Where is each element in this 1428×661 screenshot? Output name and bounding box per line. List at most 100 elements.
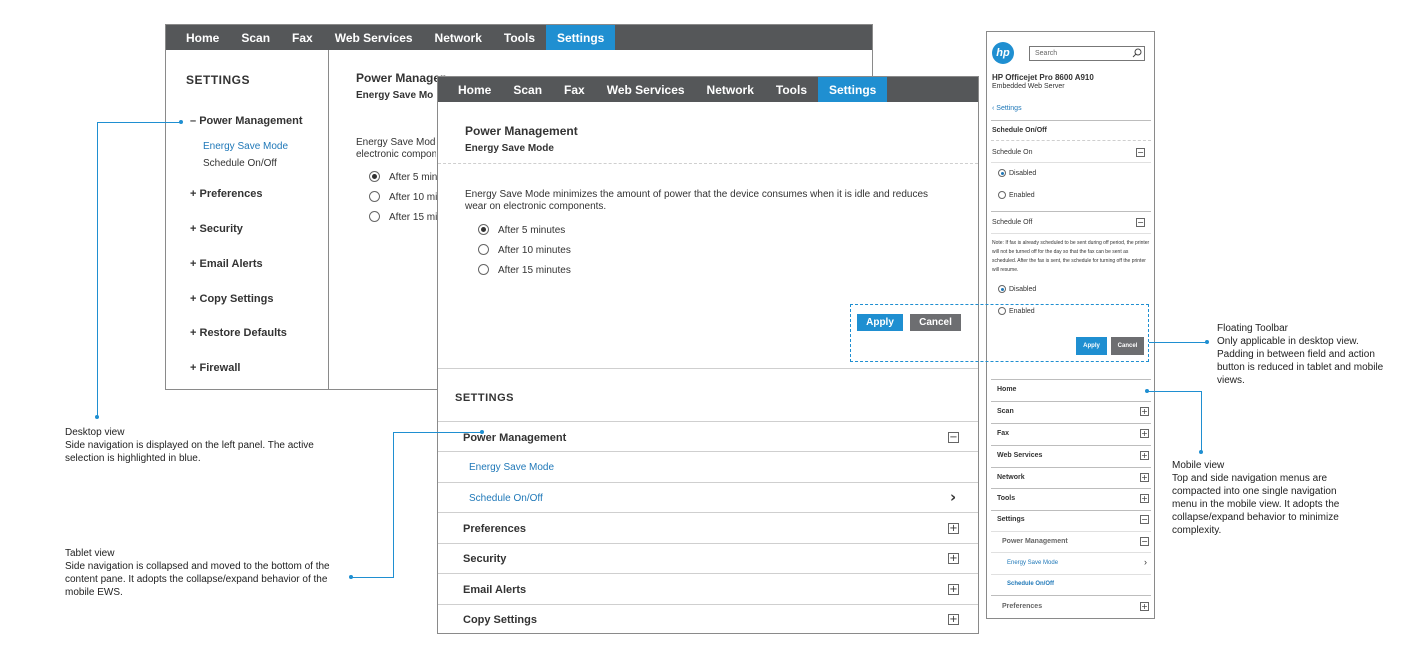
search-input[interactable]: Search	[1029, 46, 1145, 61]
connector-dot	[1199, 450, 1203, 454]
tab-home[interactable]: Home	[438, 77, 502, 102]
mobile-menu-energy-save-mode[interactable]: Energy Save Mode	[1007, 560, 1058, 566]
mobile-divider	[991, 423, 1151, 424]
tab-network[interactable]: Network	[424, 25, 493, 50]
tab-scan[interactable]: Scan	[502, 77, 553, 102]
mobile-menu-settings[interactable]: Settings	[997, 516, 1025, 523]
desktop-radio-15min[interactable]	[369, 211, 380, 222]
collapse-icon[interactable]: −	[1136, 218, 1145, 227]
side-item-firewall[interactable]: + Firewall	[190, 362, 240, 374]
connector-line	[352, 577, 394, 578]
tablet-nav-schedule-on-off[interactable]: Schedule On/Off ›	[438, 483, 978, 513]
mobile-menu-scan[interactable]: Scan	[997, 408, 1014, 415]
tab-web-services[interactable]: Web Services	[324, 25, 424, 50]
collapse-icon[interactable]: −	[1140, 515, 1149, 524]
tablet-divider	[438, 163, 978, 164]
tablet-nav-preferences[interactable]: Preferences +	[438, 513, 978, 544]
tab-tools[interactable]: Tools	[493, 25, 546, 50]
mobile-divider	[991, 140, 1151, 141]
connector-dot	[1205, 340, 1209, 344]
tablet-nav-security[interactable]: Security +	[438, 544, 978, 574]
tablet-nav-energy-save-mode[interactable]: Energy Save Mode	[438, 452, 978, 483]
expand-icon[interactable]: +	[1140, 429, 1149, 438]
tablet-radio-10min[interactable]	[478, 244, 489, 255]
mobile-menu-preferences[interactable]: Preferences	[1002, 603, 1042, 610]
tab-web-services[interactable]: Web Services	[596, 77, 696, 102]
tablet-nav-label: Schedule On/Off	[469, 493, 543, 504]
schedule-on-disabled-radio[interactable]	[998, 169, 1006, 177]
tablet-nav-label: Copy Settings	[463, 614, 537, 626]
annotation-body: Only applicable in desktop view. Padding…	[1217, 336, 1384, 386]
tablet-radio-5min[interactable]	[478, 224, 489, 235]
tab-scan[interactable]: Scan	[230, 25, 281, 50]
mobile-menu-home[interactable]: Home	[997, 386, 1016, 393]
side-item-preferences[interactable]: + Preferences	[190, 188, 263, 200]
tablet-nav-label: Energy Save Mode	[469, 462, 555, 473]
tablet-radio-15min[interactable]	[478, 264, 489, 275]
mobile-menu-power-management[interactable]: Power Management	[1002, 538, 1068, 545]
desktop-option-15min: After 15 mi	[389, 212, 437, 223]
expand-icon[interactable]: +	[1140, 494, 1149, 503]
tab-fax[interactable]: Fax	[553, 77, 596, 102]
tab-settings[interactable]: Settings	[818, 77, 888, 102]
tab-network[interactable]: Network	[696, 77, 765, 102]
connector-dot	[480, 430, 484, 434]
side-item-power-management[interactable]: – Power Management	[190, 115, 303, 127]
tablet-nav-email-alerts[interactable]: Email Alerts +	[438, 574, 978, 605]
side-item-restore-defaults[interactable]: + Restore Defaults	[190, 327, 287, 339]
side-sub-energy-save-mode[interactable]: Energy Save Mode	[203, 141, 288, 152]
schedule-note: Note: If fax is already scheduled to be …	[992, 240, 1150, 273]
mobile-divider	[991, 531, 1151, 532]
tab-settings[interactable]: Settings	[546, 25, 616, 50]
mobile-divider	[991, 211, 1151, 212]
mobile-menu-schedule-on-off[interactable]: Schedule On/Off	[1007, 581, 1054, 587]
mobile-divider	[991, 510, 1151, 511]
mobile-menu-fax[interactable]: Fax	[997, 430, 1009, 437]
desktop-radio-10min[interactable]	[369, 191, 380, 202]
side-item-security[interactable]: + Security	[190, 223, 243, 235]
tablet-option-15min: After 15 minutes	[498, 265, 571, 276]
side-sub-schedule-on-off[interactable]: Schedule On/Off	[203, 158, 277, 169]
annotation-body: Side navigation is collapsed and moved t…	[65, 561, 330, 598]
mobile-divider	[991, 467, 1151, 468]
annotation-tablet: Tablet view Side navigation is collapsed…	[65, 547, 350, 599]
expand-icon[interactable]: +	[1140, 602, 1149, 611]
collapse-icon[interactable]: −	[1136, 148, 1145, 157]
tab-tools[interactable]: Tools	[765, 77, 818, 102]
desktop-radio-5min[interactable]	[369, 171, 380, 182]
connector-line	[97, 122, 98, 417]
side-item-copy-settings[interactable]: + Copy Settings	[190, 293, 273, 305]
tab-fax[interactable]: Fax	[281, 25, 324, 50]
tablet-nav-power-management[interactable]: Power Management −	[438, 421, 978, 452]
tablet-option-5min: After 5 minutes	[498, 225, 566, 236]
expand-icon: +	[948, 523, 959, 534]
expand-icon[interactable]: +	[1140, 407, 1149, 416]
connector-line	[97, 122, 180, 123]
mobile-menu-tools[interactable]: Tools	[997, 495, 1015, 502]
side-item-email-alerts[interactable]: + Email Alerts	[190, 258, 263, 270]
tab-home[interactable]: Home	[166, 25, 230, 50]
tablet-nav-label: Preferences	[463, 523, 526, 535]
expand-icon[interactable]: +	[1140, 473, 1149, 482]
tablet-nav-copy-settings[interactable]: Copy Settings +	[438, 605, 978, 633]
annotation-body: Side navigation is displayed on the left…	[65, 440, 314, 464]
schedule-on-disabled-label: Disabled	[1009, 170, 1037, 177]
tablet-option-10min: After 10 minutes	[498, 245, 571, 256]
annotation-title: Desktop view	[65, 427, 125, 438]
back-link[interactable]: ‹ Settings	[992, 105, 1022, 112]
collapse-icon: −	[948, 432, 959, 443]
connector-dot	[179, 120, 183, 124]
mobile-menu-network[interactable]: Network	[997, 474, 1025, 481]
mobile-divider	[991, 401, 1151, 402]
expand-icon: +	[948, 614, 959, 625]
expand-icon[interactable]: +	[1140, 451, 1149, 460]
connector-dot	[95, 415, 99, 419]
schedule-off-disabled-radio[interactable]	[998, 285, 1006, 293]
schedule-on-enabled-radio[interactable]	[998, 191, 1006, 199]
desktop-content-desc-2: electronic compone	[356, 149, 436, 160]
desktop-content-desc-1: Energy Save Mode m	[356, 137, 436, 148]
search-icon[interactable]	[1132, 48, 1142, 58]
collapse-icon[interactable]: −	[1140, 537, 1149, 546]
connector-line	[1201, 391, 1202, 451]
mobile-menu-web-services[interactable]: Web Services	[997, 452, 1042, 459]
